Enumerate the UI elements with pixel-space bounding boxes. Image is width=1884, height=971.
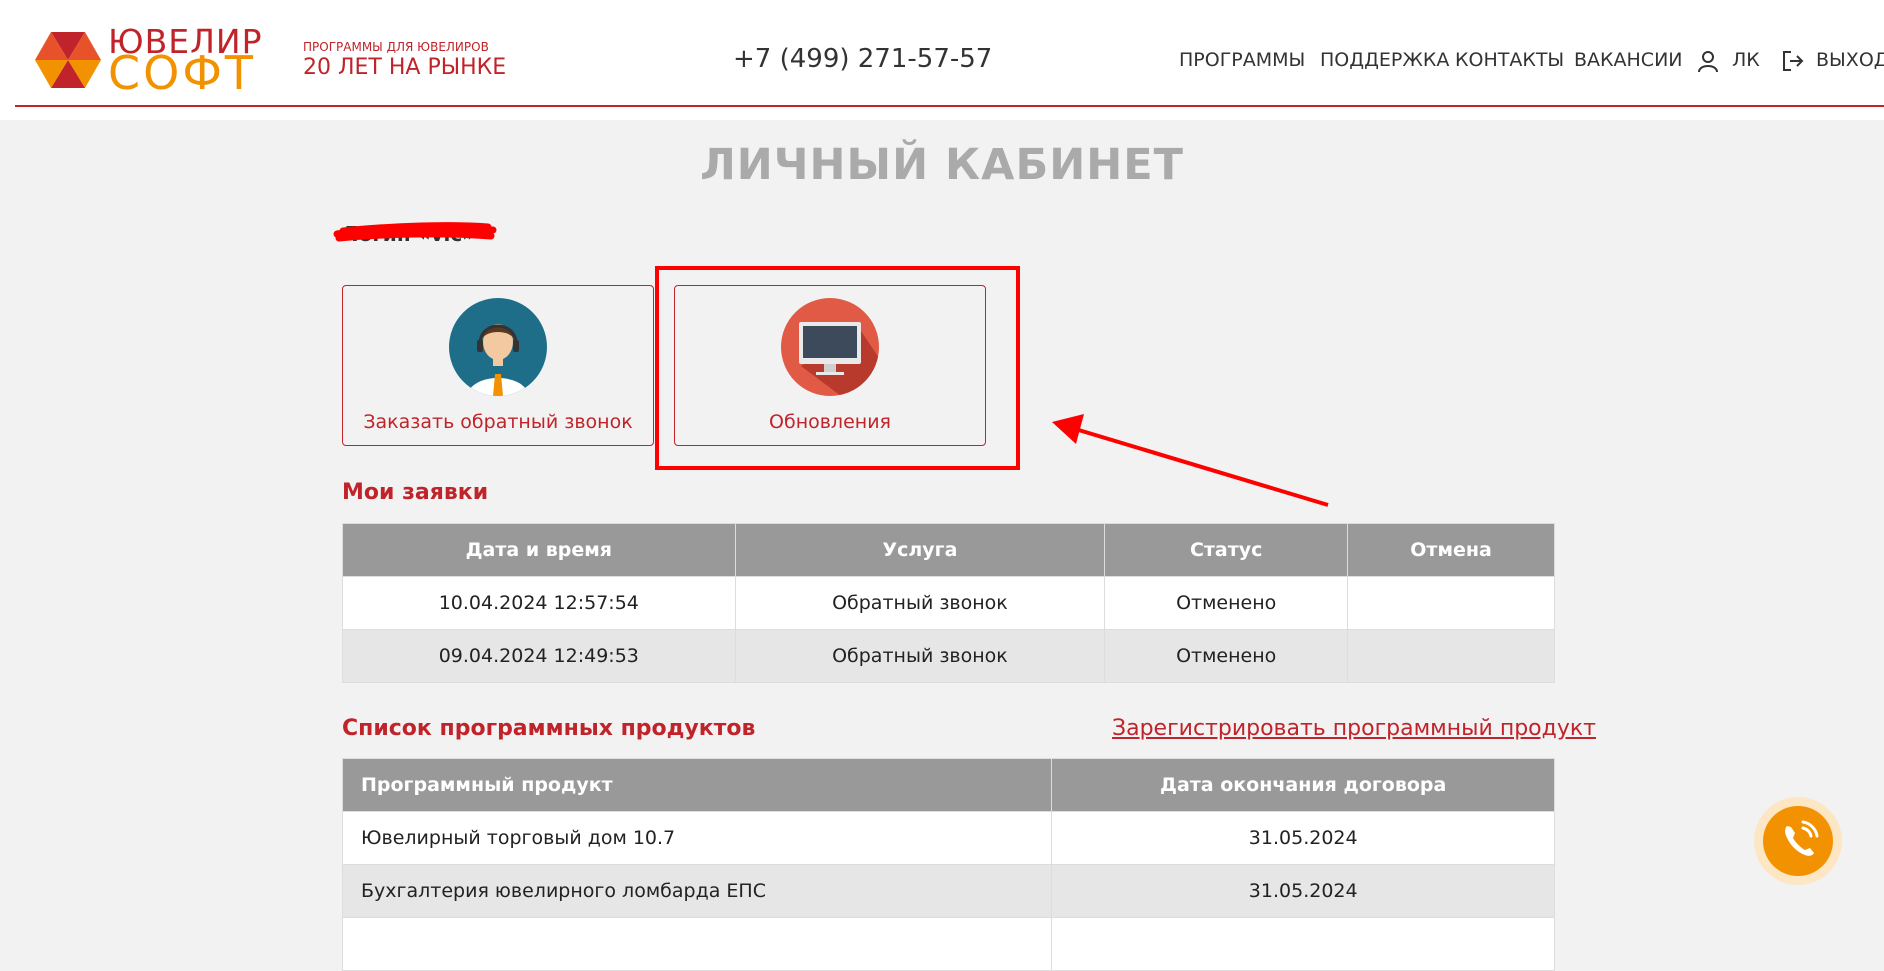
site-header: ЮВЕЛИР СОФТ ПРОГРАММЫ ДЛЯ ЮВЕЛИРОВ 20 ЛЕ… bbox=[0, 0, 1884, 120]
table-row: Бухгалтерия ювелирного ломбарда ЕПС 31.0… bbox=[341, 864, 1555, 918]
support-operator-icon bbox=[449, 298, 547, 396]
callback-card[interactable]: Заказать обратный звонок bbox=[342, 285, 654, 446]
request-service: Обратный звонок bbox=[734, 576, 1106, 630]
phone-number[interactable]: +7 (499) 271-57-57 bbox=[733, 44, 992, 74]
call-button[interactable] bbox=[1754, 797, 1842, 885]
products-header-product: Программный продукт bbox=[341, 758, 1053, 812]
products-header-end-date: Дата окончания договора bbox=[1051, 758, 1555, 812]
annotation-arrow bbox=[1052, 414, 1329, 507]
requests-title: Мои заявки bbox=[342, 480, 489, 505]
request-cancel bbox=[1347, 629, 1555, 683]
user-icon[interactable] bbox=[1696, 49, 1720, 73]
product-name: Бухгалтерия ювелирного ломбарда ЕПС bbox=[341, 864, 1053, 918]
table-row: 10.04.2024 12:57:54 Обратный звонок Отме… bbox=[342, 576, 1555, 630]
page-title: ЛИЧНЫЙ КАБИНЕТ bbox=[700, 140, 1184, 190]
requests-header-cancel: Отмена bbox=[1347, 523, 1555, 577]
requests-header-datetime: Дата и время bbox=[342, 523, 736, 577]
tagline-big: 20 ЛЕТ НА РЫНКЕ bbox=[303, 55, 507, 80]
requests-header-service: Услуга bbox=[734, 523, 1106, 577]
header-divider bbox=[15, 105, 1884, 107]
nav-programs[interactable]: ПРОГРАММЫ bbox=[1179, 49, 1305, 71]
callback-card-label[interactable]: Заказать обратный звонок bbox=[343, 411, 653, 433]
product-name: Ювелирный торговый дом 10.7 bbox=[341, 811, 1053, 865]
nav-contacts[interactable]: КОНТАКТЫ bbox=[1455, 49, 1564, 71]
request-service: Обратный звонок bbox=[734, 629, 1106, 683]
tagline-small: ПРОГРАММЫ ДЛЯ ЮВЕЛИРОВ bbox=[303, 40, 489, 54]
request-status: Отменено bbox=[1104, 576, 1349, 630]
annotation-highlight-box bbox=[655, 266, 1020, 470]
table-row: Ювелирный торговый дом 10.7 31.05.2024 bbox=[341, 811, 1555, 865]
nav-vacancies[interactable]: ВАКАНСИИ bbox=[1574, 49, 1683, 71]
table-row: 09.04.2024 12:49:53 Обратный звонок Отме… bbox=[342, 629, 1555, 683]
request-datetime: 09.04.2024 12:49:53 bbox=[342, 629, 736, 683]
logout-icon[interactable] bbox=[1781, 49, 1805, 73]
product-end-date: 31.05.2024 bbox=[1051, 864, 1555, 918]
nav-logout[interactable]: ВЫХОД bbox=[1816, 49, 1884, 71]
register-product-link[interactable]: Зарегистрировать программный продукт bbox=[1112, 716, 1596, 741]
products-title: Список программных продуктов bbox=[342, 716, 756, 741]
request-status: Отменено bbox=[1104, 629, 1349, 683]
nav-support[interactable]: ПОДДЕРЖКА bbox=[1320, 49, 1449, 71]
phone-icon bbox=[1785, 820, 1819, 856]
logo-icon[interactable] bbox=[33, 30, 103, 90]
request-datetime: 10.04.2024 12:57:54 bbox=[342, 576, 736, 630]
table-row bbox=[341, 917, 1555, 971]
nav-account[interactable]: ЛК bbox=[1732, 49, 1760, 71]
product-end-date: 31.05.2024 bbox=[1051, 811, 1555, 865]
requests-table: Дата и время Услуга Статус Отмена 10.04.… bbox=[342, 523, 1555, 683]
products-table: Программный продукт Дата окончания догов… bbox=[341, 758, 1555, 971]
request-cancel bbox=[1347, 576, 1555, 630]
redaction-scribble bbox=[333, 222, 497, 242]
requests-header-status: Статус bbox=[1104, 523, 1349, 577]
logo-text-bottom[interactable]: СОФТ bbox=[108, 48, 256, 98]
